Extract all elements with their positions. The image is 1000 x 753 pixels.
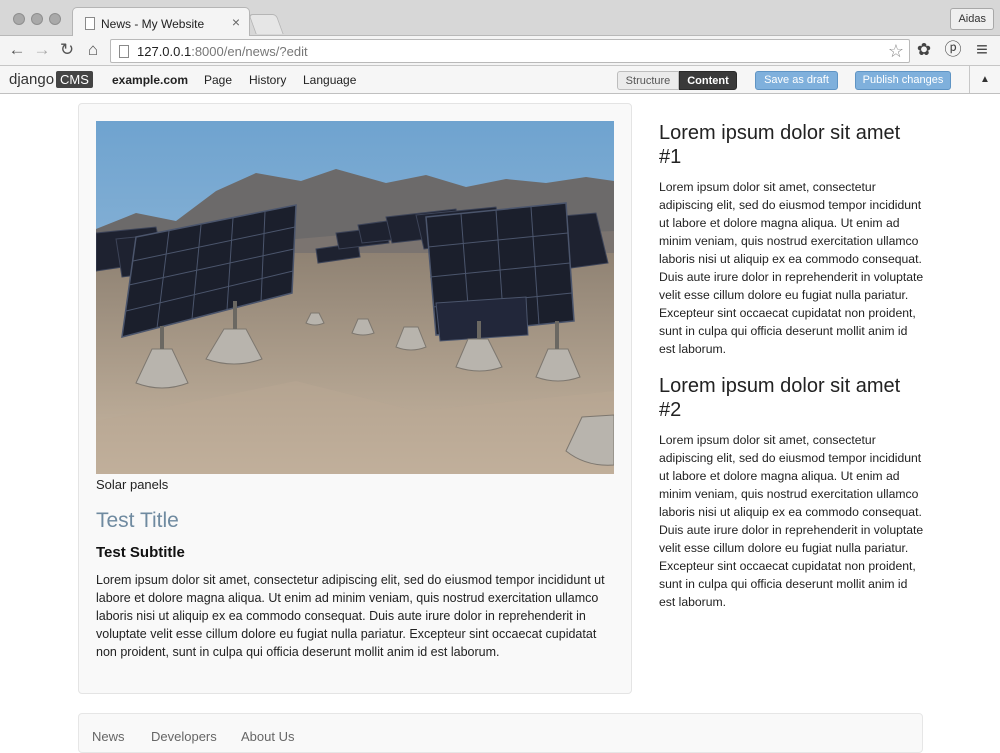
url-path: :8000/en/news/?edit <box>191 44 308 59</box>
article-title: Test Title <box>96 509 179 532</box>
publish-changes-button[interactable]: Publish changes <box>855 71 951 90</box>
footer-link-about-us[interactable]: About Us <box>241 729 294 744</box>
browser-tab-strip: News - My Website × Aidas <box>0 0 1000 37</box>
browser-menu-icon[interactable]: ≡ <box>972 40 992 60</box>
sidebar-item-2: Lorem ipsum dolor sit amet #2 Lorem ipsu… <box>659 374 927 611</box>
sidebar-item-body: Lorem ipsum dolor sit amet, consectetur … <box>659 180 924 356</box>
window-close-button[interactable] <box>13 13 25 25</box>
reload-icon[interactable]: ↻ <box>57 40 77 60</box>
new-tab-button[interactable] <box>248 14 284 34</box>
cms-menu-language[interactable]: Language <box>303 73 356 87</box>
sidebar-item-1: Lorem ipsum dolor sit amet #1 Lorem ipsu… <box>659 121 927 358</box>
url-host: 127.0.0.1 <box>137 44 192 59</box>
cms-logo-box: CMS <box>56 71 93 88</box>
toolbar-collapse-icon[interactable]: ▲ <box>969 66 1000 93</box>
structure-mode-button[interactable]: Structure <box>617 71 679 90</box>
footer-nav: News Developers About Us <box>78 713 923 753</box>
forward-arrow-icon[interactable]: → <box>32 40 52 60</box>
sidebar-item-title: Lorem ipsum dolor sit amet #1 <box>659 122 901 168</box>
solar-panels-image <box>96 121 614 474</box>
footer-link-developers[interactable]: Developers <box>151 729 217 744</box>
cms-menu-page[interactable]: Page <box>204 73 232 87</box>
page-icon <box>85 17 95 30</box>
window-minimize-button[interactable] <box>31 13 43 25</box>
article-card: Solar panels Test Title Test Subtitle Lo… <box>78 103 632 694</box>
profile-button[interactable]: Aidas <box>950 8 994 30</box>
footer-link-news[interactable]: News <box>92 729 125 744</box>
cms-menu-site[interactable]: example.com <box>112 73 188 87</box>
tab-title: News - My Website <box>101 17 205 31</box>
article-body: Lorem ipsum dolor sit amet, consectetur … <box>96 573 605 659</box>
image-caption: Solar panels <box>96 477 169 492</box>
tab-close-icon[interactable]: × <box>232 14 240 30</box>
settings-gear-icon[interactable]: ✿ <box>914 40 934 60</box>
address-bar[interactable]: 127.0.0.1:8000/en/news/?edit ☆ <box>110 39 910 63</box>
bookmark-star-icon[interactable]: ☆ <box>888 41 904 62</box>
cms-logo[interactable]: django CMS <box>9 71 93 88</box>
save-as-draft-button[interactable]: Save as draft <box>755 71 838 90</box>
cms-logo-text: django <box>9 71 55 88</box>
article-photo <box>96 121 614 474</box>
pinterest-icon[interactable]: ⓟ <box>943 40 963 60</box>
home-icon[interactable]: ⌂ <box>83 40 103 60</box>
page-icon <box>119 45 129 58</box>
article-subtitle: Test Subtitle <box>96 544 185 561</box>
cms-menu-history[interactable]: History <box>249 73 286 87</box>
sidebar-item-title: Lorem ipsum dolor sit amet #2 <box>659 375 901 421</box>
window-zoom-button[interactable] <box>49 13 61 25</box>
address-url[interactable]: 127.0.0.1:8000/en/news/?edit <box>137 44 308 59</box>
content-mode-button[interactable]: Content <box>679 71 737 90</box>
sidebar-item-body: Lorem ipsum dolor sit amet, consectetur … <box>659 433 924 609</box>
page-content: Solar panels Test Title Test Subtitle Lo… <box>0 94 1000 753</box>
back-arrow-icon[interactable]: ← <box>7 40 27 60</box>
cms-toolbar: django CMS example.com Page History Langu… <box>0 66 1000 94</box>
browser-tab-active[interactable]: News - My Website × <box>72 7 250 37</box>
browser-toolbar: ← → ↻ ⌂ 127.0.0.1:8000/en/news/?edit ☆ ✿… <box>0 36 1000 66</box>
